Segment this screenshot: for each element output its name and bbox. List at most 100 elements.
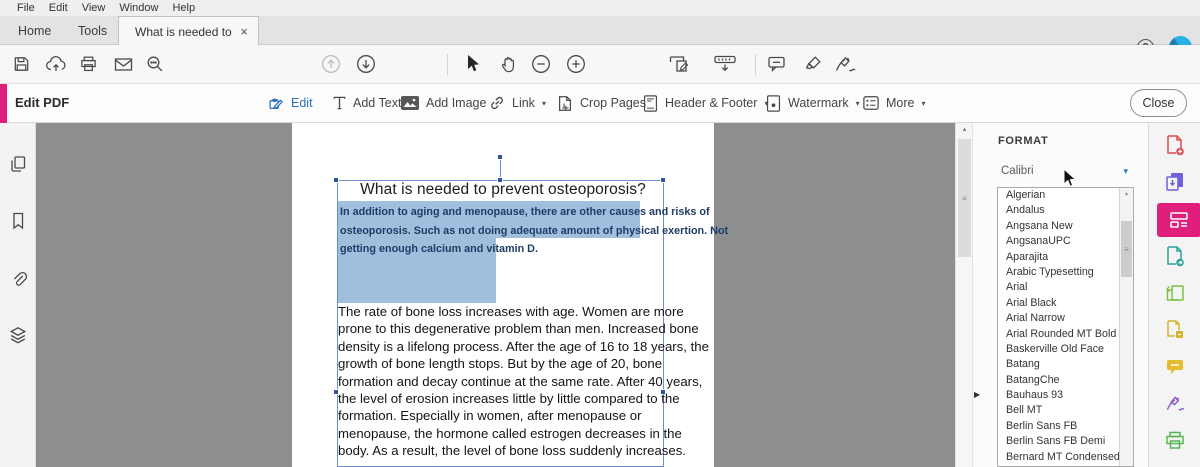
quick-toolbar: / 4 58.1% ▾ ▾ [0, 45, 1200, 120]
crop-pages-button[interactable]: Crop Pages [556, 84, 646, 122]
cloud-upload-icon[interactable] [45, 54, 67, 74]
expand-right-panel-icon[interactable]: ▶ [974, 390, 980, 399]
body-paragraph[interactable]: The rate of bone loss increases with age… [338, 303, 709, 460]
font-option[interactable]: Arial Rounded MT Bold [998, 327, 1133, 342]
save-icon[interactable] [12, 55, 31, 74]
scroll-up-icon[interactable]: ▴ [956, 125, 973, 133]
close-button[interactable]: Close [1130, 89, 1187, 117]
watermark-button[interactable]: Watermark ▾ [765, 84, 860, 122]
signature-icon[interactable] [833, 54, 859, 74]
link-button[interactable]: Link ▾ [488, 84, 546, 122]
page-view-icon[interactable] [668, 54, 692, 75]
body-text-line: growth of bone length stops. But by the … [338, 356, 663, 372]
zoom-in-icon[interactable] [566, 54, 586, 74]
zoom-out-icon[interactable] [531, 54, 551, 74]
selection-rotate-handle[interactable] [497, 154, 503, 160]
font-list-scrollbar[interactable]: ▴ ≡ [1119, 188, 1133, 466]
font-option[interactable]: Bernard MT Condensed [998, 450, 1133, 465]
create-pdf-icon[interactable] [1164, 134, 1186, 157]
more-label: More [886, 96, 915, 110]
add-image-button[interactable]: Add Image [400, 84, 486, 122]
font-option[interactable]: Algerian [998, 188, 1133, 203]
font-option[interactable]: Andalus [998, 203, 1133, 218]
font-option[interactable]: Baskerville Old Face [998, 342, 1133, 357]
font-option[interactable]: Arabic Typesetting [998, 265, 1133, 280]
edit-tool-button[interactable]: Edit [266, 84, 313, 122]
font-list-scrollbar-thumb[interactable]: ≡ [1121, 221, 1132, 277]
layers-icon[interactable] [8, 325, 28, 345]
selected-text-line: osteoporosis. Such as not doing adequate… [340, 224, 729, 237]
link-caret-icon: ▾ [541, 98, 546, 108]
right-tool-rail [1148, 123, 1200, 467]
font-dropdown-list[interactable]: Algerian Andalus Angsana New AngsanaUPC Apar… [997, 187, 1134, 467]
selection-handle-top-left[interactable] [333, 177, 339, 183]
font-option[interactable]: BatangChe [998, 373, 1133, 388]
selected-text-line: In addition to aging and menopause, ther… [340, 206, 710, 218]
page-up-icon[interactable] [321, 54, 341, 74]
font-option[interactable]: Berlin Sans FB [998, 419, 1133, 434]
edit-label: Edit [291, 96, 313, 110]
body-text-line: formation and decay continue at the same… [338, 373, 703, 389]
select-tool-icon[interactable] [466, 54, 481, 74]
more-button[interactable]: More ▾ [862, 84, 926, 122]
comment-icon[interactable] [766, 54, 787, 74]
font-list-scroll-up-icon[interactable]: ▴ [1120, 190, 1133, 197]
document-scrollbar[interactable]: ▴ ≡ [955, 123, 972, 467]
tab-tools[interactable]: Tools [78, 16, 107, 45]
hand-tool-icon[interactable] [498, 54, 519, 75]
highlight-icon[interactable] [803, 54, 823, 74]
combine-files-icon[interactable] [1164, 319, 1186, 341]
convert-pdf-icon[interactable] [1164, 171, 1186, 194]
tab-close-icon[interactable]: × [240, 25, 248, 38]
toolbar-download-icon[interactable] [712, 54, 738, 74]
font-options: Algerian Andalus Angsana New AngsanaUPC Apar… [998, 188, 1133, 465]
attachments-icon[interactable] [8, 268, 28, 288]
bookmarks-icon[interactable] [8, 211, 28, 231]
font-option[interactable]: Berlin Sans FB Demi [998, 434, 1133, 449]
sign-icon[interactable] [1164, 393, 1187, 414]
menu-item[interactable]: File [10, 2, 42, 14]
more-icon [862, 95, 880, 111]
tab-home[interactable]: Home [18, 16, 51, 45]
print-pdf-icon[interactable] [1164, 430, 1186, 451]
font-option[interactable]: Bauhaus 93 [998, 388, 1133, 403]
font-option[interactable]: AngsanaUPC [998, 234, 1133, 249]
font-option[interactable]: Arial Black [998, 296, 1133, 311]
selected-paragraph[interactable]: In addition to aging and menopause, ther… [340, 203, 729, 259]
organize-pages-icon[interactable] [1164, 282, 1186, 304]
font-option[interactable]: Batang [998, 357, 1133, 372]
document-scrollbar-thumb[interactable]: ≡ [958, 139, 971, 257]
font-option[interactable]: Aparajita [998, 250, 1133, 265]
menu-item[interactable]: Help [165, 2, 202, 14]
body-text-line: density is a lifelong process. After the… [338, 338, 709, 354]
body-text-line: formation. Especially in women, after me… [338, 408, 642, 424]
watermark-label: Watermark [788, 96, 849, 110]
menu-item[interactable]: Window [112, 2, 165, 14]
format-panel: FORMAT Calibri ▾ Algerian Andalus Angsana … [972, 123, 1148, 467]
selection-handle-top-right[interactable] [660, 177, 666, 183]
menu-item[interactable]: Edit [42, 2, 75, 14]
edit-pdf-icon[interactable] [1157, 203, 1200, 237]
document-canvas[interactable]: What is needed to prevent osteoporosis? … [36, 123, 955, 467]
page-down-icon[interactable] [356, 54, 376, 74]
menu-item[interactable]: View [75, 2, 113, 14]
font-option[interactable]: Arial Narrow [998, 311, 1133, 326]
font-select-chevron-down-icon[interactable]: ▾ [1123, 166, 1128, 177]
export-pdf-icon[interactable] [1164, 245, 1186, 268]
header-footer-button[interactable]: Header & Footer ▾ [642, 84, 768, 122]
email-icon[interactable] [113, 55, 134, 74]
page-thumbnails-icon[interactable] [8, 154, 28, 174]
more-caret-icon: ▾ [921, 98, 926, 108]
font-option[interactable]: Arial [998, 280, 1133, 295]
toolbar-divider [447, 54, 448, 75]
tab-document[interactable]: What is needed to ... × [118, 16, 259, 46]
add-text-button[interactable]: Add Text [332, 84, 401, 122]
comment-panel-icon[interactable] [1164, 357, 1186, 377]
find-icon[interactable] [145, 54, 165, 74]
font-option[interactable]: Bell MT [998, 403, 1133, 418]
pdf-page[interactable]: What is needed to prevent osteoporosis? … [292, 123, 729, 467]
add-image-icon [400, 95, 420, 111]
print-icon[interactable] [79, 55, 98, 74]
font-option[interactable]: Angsana New [998, 219, 1133, 234]
selection-handle-top-center[interactable] [497, 177, 503, 183]
